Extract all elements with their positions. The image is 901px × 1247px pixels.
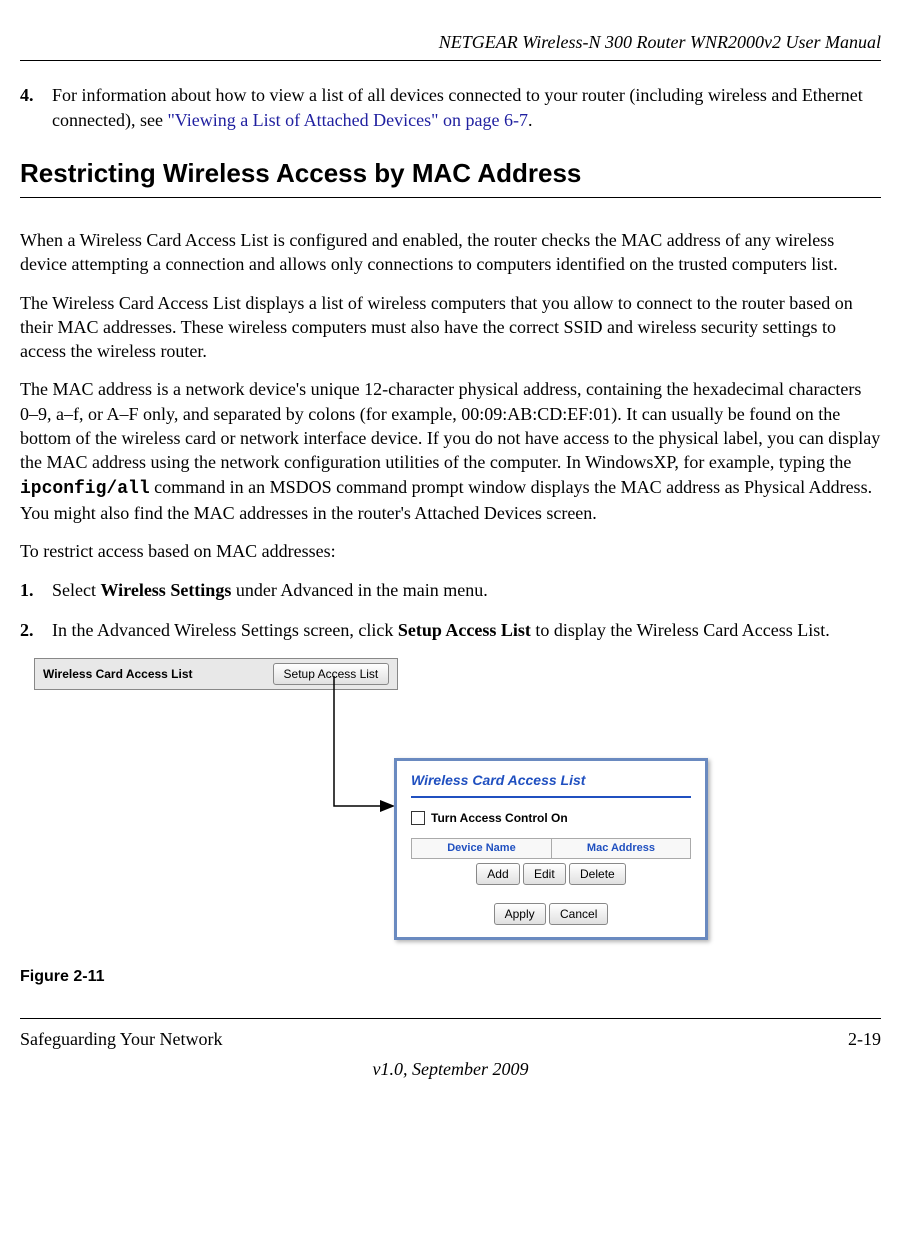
- footer-version: v1.0, September 2009: [20, 1057, 881, 1081]
- heading-rule: [20, 197, 881, 198]
- access-control-checkbox-row[interactable]: Turn Access Control On: [411, 810, 691, 826]
- dialog-divider: [411, 796, 691, 798]
- figure-2-11: Wireless Card Access List Setup Access L…: [34, 658, 881, 958]
- step-number: 1.: [20, 578, 52, 602]
- step-content: In the Advanced Wireless Settings screen…: [52, 618, 881, 642]
- apply-button[interactable]: Apply: [494, 903, 546, 925]
- checkbox-icon[interactable]: [411, 811, 425, 825]
- link-attached-devices[interactable]: "Viewing a List of Attached Devices" on …: [167, 110, 528, 130]
- wireless-card-access-list-dialog: Wireless Card Access List Turn Access Co…: [394, 758, 708, 940]
- step-content: For information about how to view a list…: [52, 83, 881, 132]
- device-table: Device Name Mac Address: [411, 838, 691, 859]
- col-device-name: Device Name: [412, 839, 552, 859]
- footer-row: Safeguarding Your Network 2-19: [20, 1027, 881, 1051]
- footer-left: Safeguarding Your Network: [20, 1027, 222, 1051]
- step2-before: In the Advanced Wireless Settings screen…: [52, 620, 398, 640]
- page-header-title: NETGEAR Wireless-N 300 Router WNR2000v2 …: [20, 30, 881, 54]
- col-mac-address: Mac Address: [551, 839, 690, 859]
- paragraph-4: To restrict access based on MAC addresse…: [20, 539, 881, 563]
- step1-after: under Advanced in the main menu.: [231, 580, 487, 600]
- step-content: Select Wireless Settings under Advanced …: [52, 578, 881, 602]
- edit-button[interactable]: Edit: [523, 863, 566, 885]
- paragraph-1: When a Wireless Card Access List is conf…: [20, 228, 881, 277]
- footer-page-number: 2-19: [848, 1027, 881, 1051]
- wireless-card-access-list-label: Wireless Card Access List: [43, 666, 193, 682]
- checkbox-label: Turn Access Control On: [431, 810, 568, 826]
- step-number: 4.: [20, 83, 52, 132]
- section-heading: Restricting Wireless Access by MAC Addre…: [20, 156, 881, 191]
- dialog-title: Wireless Card Access List: [411, 771, 691, 790]
- step-1: 1. Select Wireless Settings under Advanc…: [20, 578, 881, 602]
- delete-button[interactable]: Delete: [569, 863, 626, 885]
- step-4: 4. For information about how to view a l…: [20, 83, 881, 132]
- step2-bold: Setup Access List: [398, 620, 531, 640]
- paragraph-2: The Wireless Card Access List displays a…: [20, 291, 881, 364]
- footer-rule: [20, 1018, 881, 1019]
- add-button[interactable]: Add: [476, 863, 519, 885]
- cancel-button[interactable]: Cancel: [549, 903, 608, 925]
- dialog-buttons: Apply Cancel: [411, 903, 691, 925]
- step-number: 2.: [20, 618, 52, 642]
- paragraph-3: The MAC address is a network device's un…: [20, 377, 881, 525]
- settings-row: Wireless Card Access List Setup Access L…: [34, 658, 398, 690]
- figure-caption: Figure 2-11: [20, 966, 881, 988]
- ipconfig-command: ipconfig/all: [20, 479, 150, 499]
- step1-bold: Wireless Settings: [100, 580, 231, 600]
- setup-access-list-button[interactable]: Setup Access List: [273, 663, 390, 685]
- step4-text-after: .: [528, 110, 533, 130]
- step-2: 2. In the Advanced Wireless Settings scr…: [20, 618, 881, 642]
- table-buttons: Add Edit Delete: [411, 863, 691, 885]
- para3-before: The MAC address is a network device's un…: [20, 379, 880, 472]
- step1-before: Select: [52, 580, 100, 600]
- header-rule: [20, 60, 881, 61]
- step2-after: to display the Wireless Card Access List…: [531, 620, 830, 640]
